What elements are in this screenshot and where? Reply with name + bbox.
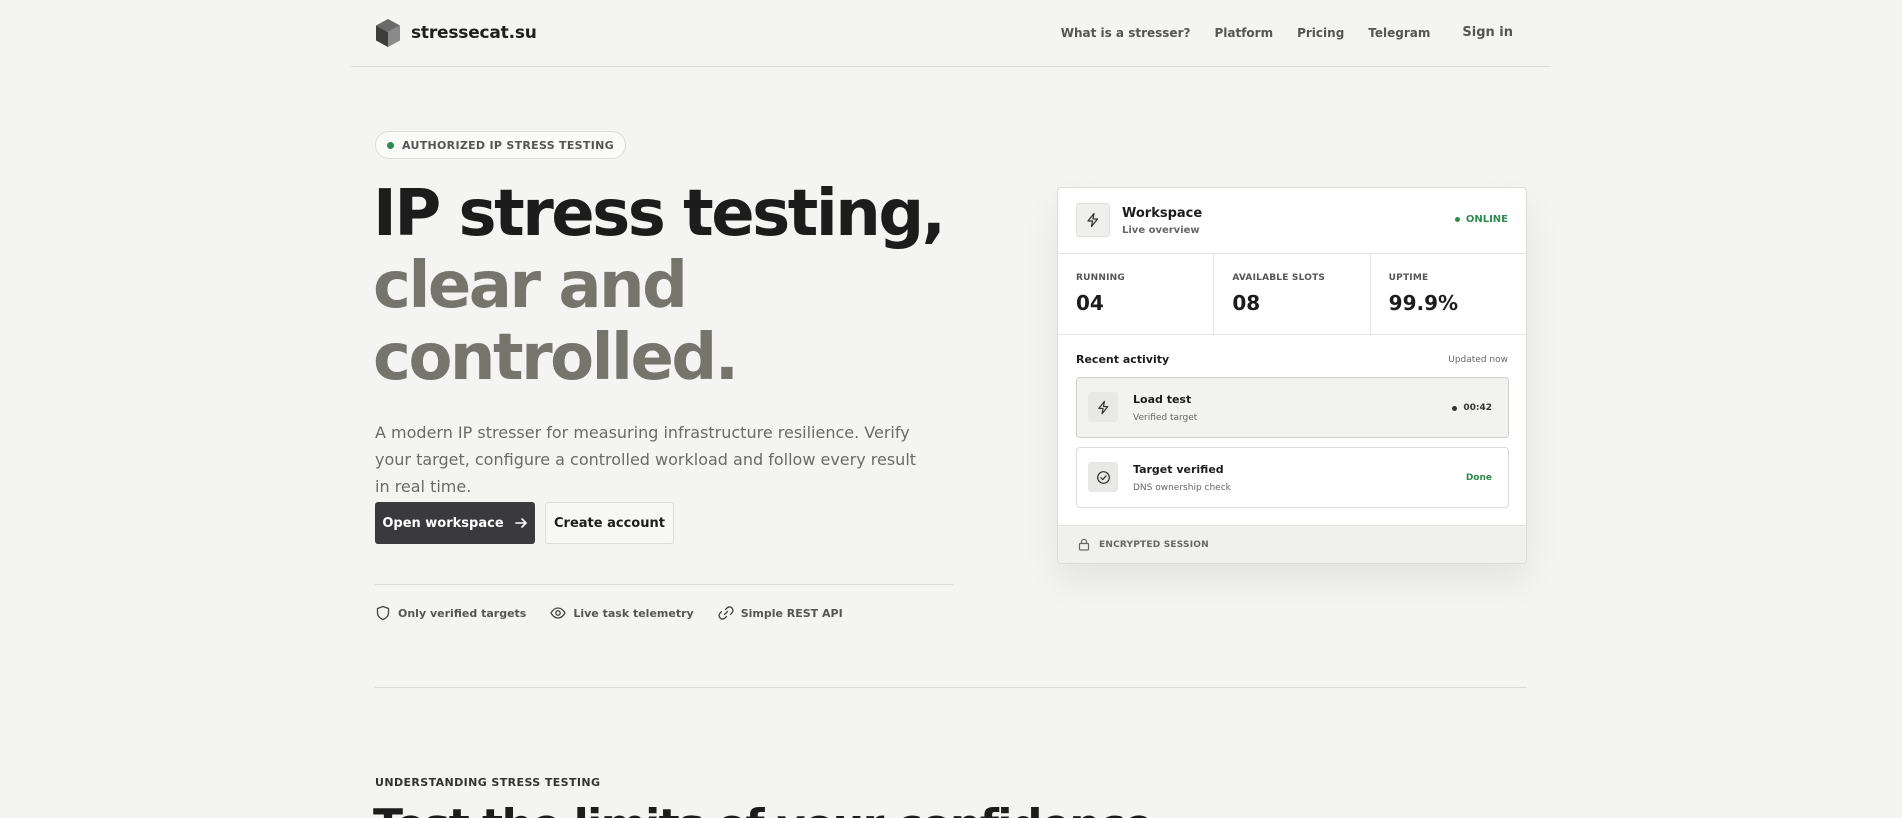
stat-label: AVAILABLE SLOTS <box>1232 273 1326 283</box>
stat-running: RUNNING 04 <box>1058 254 1215 334</box>
nav-link-platform[interactable]: Platform <box>1214 26 1273 40</box>
status-text: ONLINE <box>1465 214 1508 225</box>
feature-item: Simple REST API <box>718 605 843 621</box>
activity-subtitle: Verified target <box>1133 413 1198 423</box>
arrow-right-icon <box>514 518 527 528</box>
create-account-button[interactable]: Create account <box>545 502 674 544</box>
nav-link-telegram[interactable]: Telegram <box>1368 26 1430 40</box>
activity-title: Target verified <box>1133 463 1224 476</box>
feature-label: Live task telemetry <box>573 606 694 620</box>
hero-title-line-1: IP stress testing, <box>373 177 946 251</box>
brand-logo[interactable]: stressecat.su <box>375 18 537 48</box>
activity-timer: 00:42 <box>1452 403 1492 413</box>
bolt-icon <box>1088 392 1118 422</box>
status-badge: ONLINE <box>1454 214 1508 225</box>
open-workspace-label: Open workspace <box>382 515 504 531</box>
stat-uptime: UPTIME 99.9% <box>1371 254 1526 334</box>
activity-status: Done <box>1465 473 1492 483</box>
section-divider <box>375 687 1527 688</box>
hero-title-line-2: clear and <box>373 249 688 323</box>
workspace-subtitle: Live overview <box>1122 225 1200 236</box>
stat-available-slots: AVAILABLE SLOTS 08 <box>1214 254 1371 334</box>
running-dot-icon <box>1452 405 1458 411</box>
stats-row: RUNNING 04 AVAILABLE SLOTS 08 UPTIME 99.… <box>1058 254 1526 335</box>
activity-updated: Updated now <box>1448 355 1508 365</box>
feature-list: Only verified targets Live task telemetr… <box>375 605 843 621</box>
hero-badge: AUTHORIZED IP STRESS TESTING <box>375 131 626 159</box>
workspace-title: Workspace <box>1122 206 1203 221</box>
shield-icon <box>376 605 390 621</box>
nav-link-what-is-stresser[interactable]: What is a stresser? <box>1061 26 1191 40</box>
stat-label: RUNNING <box>1076 273 1125 283</box>
stat-value: 08 <box>1232 291 1261 315</box>
hero-lead: A modern IP stresser for measuring infra… <box>375 423 917 496</box>
feature-label: Only verified targets <box>398 606 527 620</box>
recent-activity-title: Recent activity <box>1076 353 1170 366</box>
section-eyebrow: UNDERSTANDING STRESS TESTING <box>375 776 601 789</box>
brand-name: stressecat.su <box>411 23 537 43</box>
activity-title: Load test <box>1133 393 1192 406</box>
cube-logo-icon <box>376 19 400 47</box>
feature-item: Live task telemetry <box>550 605 694 621</box>
section-title: Test the limits of your confidence <box>373 800 1154 818</box>
activity-item-target-verified[interactable]: Target verified DNS ownership check Done <box>1076 447 1509 508</box>
divider <box>375 584 953 585</box>
hero-title-line-3: controlled. <box>373 321 739 395</box>
workspace-card-header: Workspace Live overview ONLINE <box>1058 188 1526 254</box>
hero-title: IP stress testing, clear and controlled. <box>373 177 946 395</box>
encrypted-session-label: ENCRYPTED SESSION <box>1099 539 1209 550</box>
activity-subtitle: DNS ownership check <box>1133 483 1231 493</box>
activity-item-load-test[interactable]: Load test Verified target 00:42 <box>1076 377 1509 438</box>
activity-time: 00:42 <box>1463 403 1492 413</box>
sign-in-link[interactable]: Sign in <box>1462 25 1513 40</box>
eye-icon <box>550 607 567 619</box>
stat-value: 99.9% <box>1388 291 1459 315</box>
hero-badge-text: AUTHORIZED IP STRESS TESTING <box>402 138 614 152</box>
workspace-card-footer: ENCRYPTED SESSION <box>1058 525 1526 563</box>
link-icon <box>718 606 734 620</box>
nav-link-pricing[interactable]: Pricing <box>1297 26 1344 40</box>
online-dot-icon <box>1454 217 1460 222</box>
open-workspace-button[interactable]: Open workspace <box>375 502 535 544</box>
feature-item: Only verified targets <box>375 605 526 621</box>
nav-links: What is a stresser? Platform Pricing Tel… <box>1061 25 1513 40</box>
feature-label: Simple REST API <box>740 606 843 620</box>
stat-value: 04 <box>1076 291 1104 315</box>
top-nav: stressecat.su What is a stresser? Platfo… <box>351 0 1551 67</box>
lock-icon <box>1078 538 1090 551</box>
bolt-icon <box>1076 203 1110 237</box>
status-dot-icon <box>387 141 394 149</box>
workspace-card: Workspace Live overview ONLINE RUNNING 0… <box>1057 187 1527 564</box>
stat-label: UPTIME <box>1388 273 1429 283</box>
check-circle-icon <box>1088 462 1118 492</box>
